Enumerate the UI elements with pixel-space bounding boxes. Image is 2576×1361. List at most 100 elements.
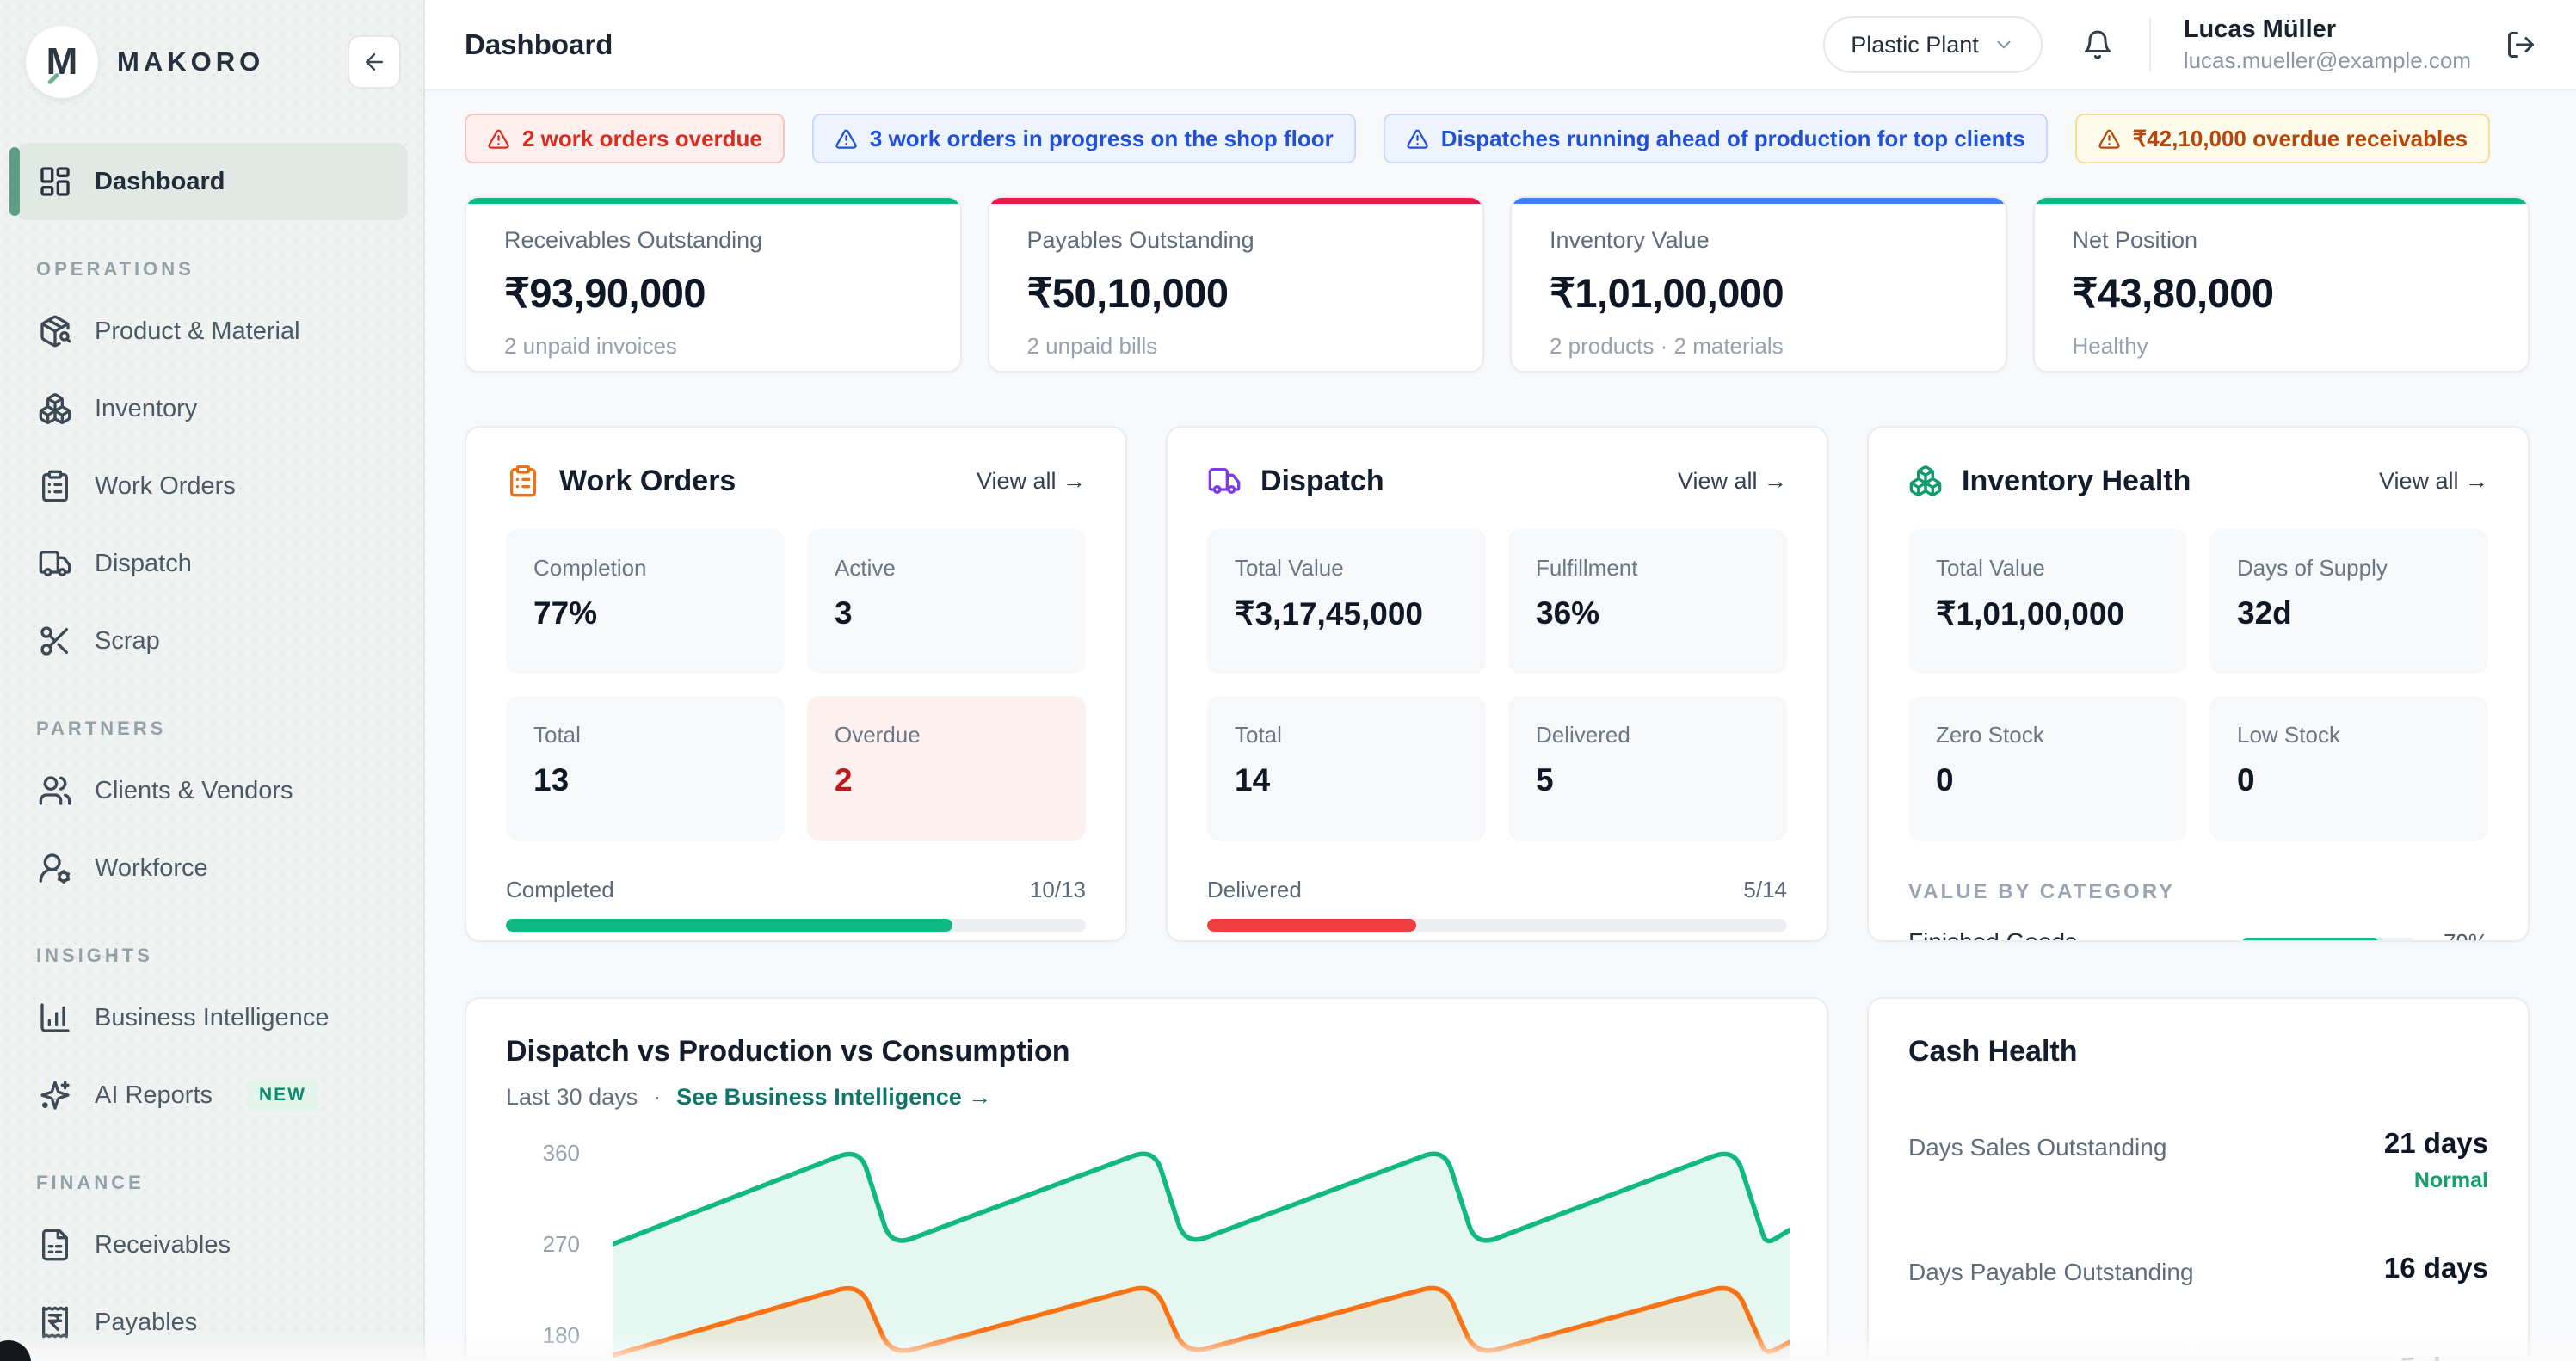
alert-dispatch-ahead[interactable]: Dispatches running ahead of production f… bbox=[1384, 114, 2048, 163]
chart-period: Last 30 days bbox=[506, 1084, 638, 1111]
alert-in-progress[interactable]: 3 work orders in progress on the shop fl… bbox=[812, 114, 1356, 163]
logout-icon bbox=[2505, 29, 2536, 60]
user-email: lucas.mueller@example.com bbox=[2184, 47, 2471, 74]
alert-text: 2 work orders overdue bbox=[522, 126, 762, 152]
brand-name: MAKORO bbox=[117, 46, 348, 77]
brand-logo: M bbox=[26, 26, 98, 98]
alert-text: Dispatches running ahead of production f… bbox=[1441, 126, 2025, 152]
see-business-intelligence-link[interactable]: See Business Intelligence → bbox=[676, 1084, 991, 1111]
category-pct: 79% bbox=[2414, 929, 2488, 943]
sidebar-item-dashboard[interactable]: Dashboard bbox=[15, 143, 408, 220]
inventory-view-all-link[interactable]: View all → bbox=[2379, 468, 2488, 495]
tile-label: Total bbox=[1235, 722, 1458, 748]
sidebar-item-payables[interactable]: Payables bbox=[15, 1284, 408, 1361]
category-finished-goods: Finished Goods 79% bbox=[1908, 928, 2488, 942]
plant-selector[interactable]: Plastic Plant bbox=[1823, 16, 2043, 73]
sidebar-item-scrap[interactable]: Scrap bbox=[15, 602, 408, 680]
tile-value: 5 bbox=[1536, 762, 1759, 798]
card-title: Cash Health bbox=[1908, 1035, 2488, 1068]
sidebar-item-workforce[interactable]: Workforce bbox=[15, 829, 408, 907]
user-name: Lucas Müller bbox=[2184, 15, 2471, 44]
work-orders-view-all-link[interactable]: View all → bbox=[977, 468, 1086, 495]
sidebar-item-product-material[interactable]: Product & Material bbox=[15, 293, 408, 370]
alert-text: 3 work orders in progress on the shop fl… bbox=[870, 126, 1334, 152]
sidebar-item-receivables[interactable]: Receivables bbox=[15, 1206, 408, 1284]
tile-value: 3 bbox=[835, 595, 1058, 631]
tile-label: Total Value bbox=[1936, 555, 2160, 582]
work-orders-card: Work Orders View all → Completion 77% Ac… bbox=[465, 426, 1127, 942]
tile-value: 14 bbox=[1235, 762, 1458, 798]
tile-completion: Completion 77% bbox=[506, 529, 785, 674]
tile-label: Total bbox=[533, 722, 757, 748]
receipt-rupee-icon bbox=[38, 1305, 72, 1339]
tile-value: 0 bbox=[2237, 762, 2461, 798]
dispatch-card: Dispatch View all → Total Value ₹3,17,45… bbox=[1166, 426, 1828, 942]
chart-separator: · bbox=[653, 1084, 661, 1111]
cash-health-card: Cash Health Days Sales Outstanding 21 da… bbox=[1867, 997, 2530, 1361]
alert-overdue-work-orders[interactable]: 2 work orders overdue bbox=[465, 114, 785, 163]
user-menu[interactable]: Lucas Müller lucas.mueller@example.com bbox=[2184, 15, 2471, 74]
warning-icon bbox=[487, 127, 510, 151]
tile-value: ₹1,01,00,000 bbox=[1936, 595, 2160, 632]
notifications-button[interactable] bbox=[2082, 29, 2113, 60]
sidebar-item-inventory[interactable]: Inventory bbox=[15, 370, 408, 447]
sidebar-item-work-orders[interactable]: Work Orders bbox=[15, 447, 408, 525]
kpi-row: Receivables Outstanding ₹93,90,000 2 unp… bbox=[465, 196, 2530, 373]
sidebar-item-label: Dispatch bbox=[95, 550, 192, 578]
dashboard-icon bbox=[38, 164, 72, 199]
new-badge: NEW bbox=[247, 1079, 318, 1112]
sidebar-item-label: AI Reports bbox=[95, 1081, 213, 1110]
sidebar-item-ai-reports[interactable]: AI Reports NEW bbox=[15, 1056, 408, 1134]
logout-button[interactable] bbox=[2505, 29, 2536, 60]
progress-fraction: 10/13 bbox=[1030, 877, 1086, 903]
category-bar-fill bbox=[2242, 938, 2378, 943]
bar-chart-icon bbox=[38, 1001, 72, 1035]
truck-icon bbox=[1207, 464, 1242, 498]
tile-value: 77% bbox=[533, 595, 757, 631]
inventory-health-card: Inventory Health View all → Total Value … bbox=[1867, 426, 2530, 942]
chart-title: Dispatch vs Production vs Consumption bbox=[506, 1035, 1787, 1068]
tile-label: Days of Supply bbox=[2237, 555, 2461, 582]
kpi-value: ₹43,80,000 bbox=[2073, 269, 2491, 317]
dispatch-progress-bar bbox=[1207, 919, 1787, 932]
cash-label: Days Sales Outstanding bbox=[1908, 1127, 2166, 1161]
card-title: Inventory Health bbox=[1962, 465, 2360, 498]
cash-row-dso: Days Sales Outstanding 21 days Normal bbox=[1908, 1127, 2488, 1193]
card-title: Work Orders bbox=[559, 465, 958, 498]
kpi-value: ₹50,10,000 bbox=[1027, 269, 1445, 317]
sidebar-item-clients-vendors[interactable]: Clients & Vendors bbox=[15, 752, 408, 829]
alert-bar: 2 work orders overdue 3 work orders in p… bbox=[465, 114, 2530, 163]
sidebar: M MAKORO Dashboard OPERATIONS Product & … bbox=[0, 0, 425, 1361]
header-divider bbox=[2149, 18, 2151, 71]
tile-label: Delivered bbox=[1536, 722, 1759, 748]
sidebar-item-business-intelligence[interactable]: Business Intelligence bbox=[15, 979, 408, 1056]
card-accent bbox=[466, 198, 960, 204]
user-gear-icon bbox=[38, 851, 72, 885]
tile-label: Zero Stock bbox=[1936, 722, 2160, 748]
kpi-label: Inventory Value bbox=[1550, 227, 1968, 254]
alert-overdue-receivables[interactable]: ₹42,10,000 overdue receivables bbox=[2075, 114, 2490, 163]
tile-label: Fulfillment bbox=[1536, 555, 1759, 582]
tile-value: ₹3,17,45,000 bbox=[1235, 595, 1458, 632]
top-bar: Dashboard Plastic Plant Lucas Müller luc… bbox=[425, 0, 2576, 91]
tile-total-value: Total Value ₹1,01,00,000 bbox=[1908, 529, 2187, 674]
tile-value: 36% bbox=[1536, 595, 1759, 631]
tile-fulfillment: Fulfillment 36% bbox=[1508, 529, 1787, 674]
tile-value: 2 bbox=[835, 762, 1058, 798]
sidebar-item-label: Payables bbox=[95, 1309, 197, 1337]
y-axis-tick: 180 bbox=[506, 1322, 580, 1349]
work-orders-progress-bar bbox=[506, 919, 1086, 932]
progress-label: Delivered bbox=[1207, 877, 1302, 903]
summary-row: Work Orders View all → Completion 77% Ac… bbox=[465, 426, 2530, 942]
tile-total: Total 13 bbox=[506, 696, 785, 841]
sidebar-item-label: Receivables bbox=[95, 1231, 231, 1259]
sidebar-item-dispatch[interactable]: Dispatch bbox=[15, 525, 408, 602]
cash-label: Days Payable Outstanding bbox=[1908, 1252, 2194, 1286]
sidebar-collapse-button[interactable] bbox=[348, 35, 401, 89]
warning-icon bbox=[2098, 127, 2121, 151]
sparkles-icon bbox=[38, 1078, 72, 1112]
dispatch-view-all-link[interactable]: View all → bbox=[1678, 468, 1787, 495]
page-title: Dashboard bbox=[465, 28, 1823, 61]
tile-label: Low Stock bbox=[2237, 722, 2461, 748]
tile-label: Active bbox=[835, 555, 1058, 582]
